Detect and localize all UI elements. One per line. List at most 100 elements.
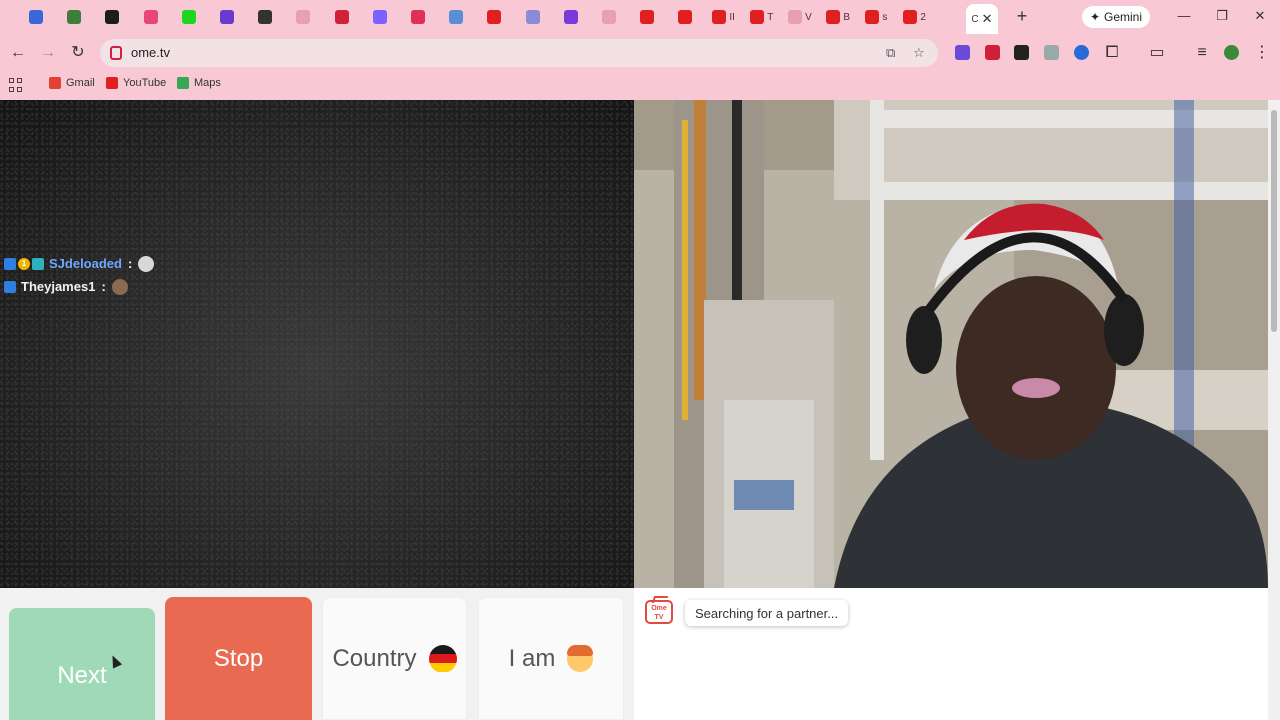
bookmarks-bar: Gmail YouTube Maps bbox=[0, 72, 1280, 100]
browser-tab[interactable] bbox=[285, 6, 321, 28]
tab-active[interactable]: C ✕ bbox=[966, 4, 998, 34]
webcam-scene bbox=[634, 100, 1268, 588]
browser-tab[interactable]: II bbox=[706, 6, 742, 28]
emote-icon bbox=[111, 278, 128, 295]
youtube-icon bbox=[106, 77, 118, 89]
youtube-icon bbox=[640, 10, 655, 24]
boy-face-icon bbox=[567, 644, 594, 672]
gemini-button[interactable]: ✦ Gemini bbox=[1082, 6, 1150, 28]
stop-button[interactable]: Stop bbox=[165, 597, 312, 720]
browser-tab[interactable] bbox=[171, 6, 207, 28]
shield-icon bbox=[67, 10, 82, 24]
bookmark-maps[interactable]: Maps bbox=[177, 77, 221, 89]
browser-tab[interactable] bbox=[247, 6, 283, 28]
scroll-thumb[interactable] bbox=[1271, 110, 1277, 332]
extension-icon[interactable] bbox=[985, 45, 1000, 60]
youtube-icon bbox=[826, 10, 841, 24]
browser-tab[interactable] bbox=[438, 6, 474, 28]
browser-tab[interactable] bbox=[324, 6, 360, 28]
extension-icon[interactable] bbox=[1074, 45, 1089, 60]
browser-tab[interactable] bbox=[94, 6, 130, 28]
close-window-button[interactable]: ✕ bbox=[1250, 8, 1270, 24]
cloud-icon bbox=[372, 10, 387, 24]
puzzle-icon bbox=[525, 10, 540, 24]
browser-tab[interactable] bbox=[515, 6, 551, 28]
install-app-icon[interactable]: ⧉ bbox=[886, 45, 895, 61]
restore-button[interactable]: ❐ bbox=[1212, 8, 1232, 24]
browser-tab[interactable] bbox=[667, 6, 703, 28]
browser-tab[interactable]: 2 bbox=[897, 6, 933, 28]
back-button[interactable]: ← bbox=[8, 43, 28, 63]
circle-icon bbox=[602, 10, 616, 24]
url-text: ome.tv bbox=[131, 45, 171, 60]
bookmark-star-icon[interactable]: ☆ bbox=[913, 45, 925, 61]
badge-icon bbox=[32, 257, 44, 270]
extension-icon[interactable] bbox=[955, 45, 970, 60]
tab-title: II bbox=[729, 11, 735, 23]
browser-tab[interactable] bbox=[209, 6, 245, 28]
youtube-icon bbox=[750, 10, 765, 24]
browser-tab[interactable] bbox=[362, 6, 398, 28]
bookmark-gmail[interactable]: Gmail bbox=[49, 77, 95, 89]
chat-username[interactable]: SJdeloaded bbox=[49, 256, 122, 271]
chat-panel: Ome TV Searching for a partner... bbox=[634, 588, 1258, 720]
sidepanel-icon[interactable]: ▭ bbox=[1147, 43, 1167, 63]
reload-button[interactable]: ↻ bbox=[68, 43, 88, 63]
browser-tab[interactable] bbox=[553, 6, 589, 28]
apps-icon[interactable] bbox=[9, 78, 23, 92]
badge-icon bbox=[4, 280, 16, 293]
chat-message: 1 SJdeloaded : bbox=[4, 252, 155, 275]
stranger-video: 1 SJdeloaded : Theyjames1 : bbox=[0, 100, 634, 588]
stop-label: Stop bbox=[213, 644, 264, 672]
address-bar[interactable]: ome.tv ⧉ ☆ bbox=[100, 39, 938, 67]
sparkle-icon bbox=[296, 10, 311, 24]
new-tab-button[interactable]: + bbox=[1012, 6, 1032, 26]
country-button[interactable]: Country bbox=[322, 597, 467, 720]
gemini-label: Gemini bbox=[1104, 10, 1143, 24]
tab-title: T bbox=[767, 11, 774, 23]
controls-panel: Next Stop Country I am bbox=[0, 588, 634, 720]
browser-toolbar: ← → ↻ ome.tv ⧉ ☆ ⧠ ▭ ≡ ⋮ bbox=[0, 34, 1280, 72]
browser-tab[interactable]: B bbox=[820, 6, 856, 28]
minimize-button[interactable]: — bbox=[1174, 8, 1194, 23]
page-scrollbar[interactable] bbox=[1268, 100, 1280, 720]
browser-tab[interactable] bbox=[629, 6, 665, 28]
badge-icon: 1 bbox=[18, 257, 30, 270]
ticktick-icon bbox=[29, 10, 43, 24]
shield-icon[interactable] bbox=[1044, 45, 1059, 60]
avatar[interactable] bbox=[1224, 45, 1239, 60]
bookmark-label: Maps bbox=[194, 77, 221, 89]
puzzle-icon[interactable]: ⧠ bbox=[1102, 43, 1122, 63]
emote-icon bbox=[138, 255, 155, 272]
youtube-icon bbox=[903, 10, 918, 24]
bookmark-youtube[interactable]: YouTube bbox=[106, 77, 166, 89]
country-label: Country bbox=[332, 644, 417, 672]
browser-tab[interactable] bbox=[56, 6, 92, 28]
forward-button[interactable]: → bbox=[38, 43, 58, 63]
germany-flag-icon bbox=[428, 644, 457, 673]
tab-title: V bbox=[805, 11, 812, 23]
chat-username[interactable]: Theyjames1 bbox=[21, 279, 95, 294]
browser-tab[interactable] bbox=[133, 6, 169, 28]
bookmark-label: Gmail bbox=[66, 77, 95, 89]
gender-button[interactable]: I am bbox=[478, 597, 624, 720]
next-button[interactable]: Next bbox=[9, 608, 155, 720]
browser-tab[interactable]: T bbox=[744, 6, 780, 28]
menu-icon[interactable]: ⋮ bbox=[1252, 43, 1272, 63]
plugin-icon bbox=[449, 10, 464, 24]
close-icon[interactable]: ✕ bbox=[982, 11, 993, 27]
site-info-icon[interactable] bbox=[110, 46, 122, 60]
browser-tab[interactable] bbox=[400, 6, 436, 28]
browser-tab[interactable] bbox=[476, 6, 512, 28]
browser-tab[interactable]: V bbox=[782, 6, 818, 28]
bookmark-label: YouTube bbox=[123, 77, 167, 89]
browser-tab[interactable]: s bbox=[858, 6, 894, 28]
self-webcam-video bbox=[634, 100, 1268, 588]
chat-overlay: 1 SJdeloaded : Theyjames1 : bbox=[4, 252, 155, 298]
browser-tab[interactable] bbox=[18, 6, 54, 28]
browser-tab[interactable] bbox=[591, 6, 627, 28]
extension-icon[interactable] bbox=[1014, 45, 1029, 60]
gmail-icon bbox=[49, 77, 61, 89]
ometv-logo: Ome TV bbox=[645, 600, 673, 624]
media-icon[interactable]: ≡ bbox=[1192, 43, 1212, 63]
